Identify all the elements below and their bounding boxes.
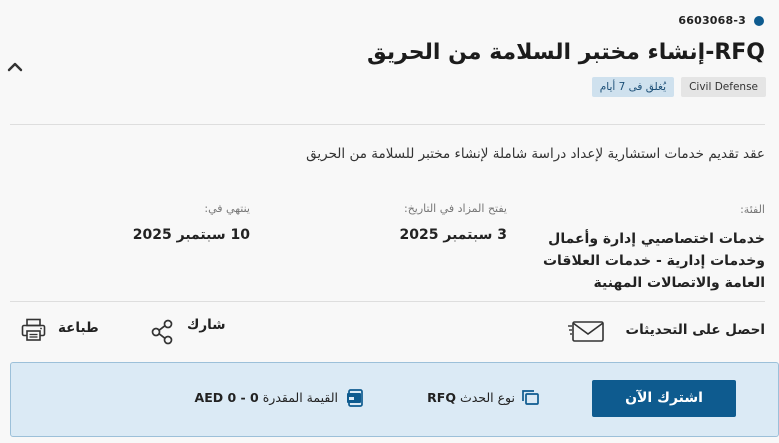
get-updates-link[interactable]: احصل على التحديثات bbox=[626, 322, 765, 338]
open-date-value: 3 سبتمبر 2025 bbox=[399, 227, 507, 243]
event-type-label: نوع الحدث bbox=[459, 390, 515, 405]
tender-title: RFQ-إنشاء مختبر السلامة من الحريق bbox=[367, 40, 765, 65]
printer-icon[interactable] bbox=[21, 318, 46, 342]
estimated-value-amount: AED 0 - 0 bbox=[194, 390, 259, 405]
estimated-value-label: القيمة المقدرة bbox=[262, 390, 338, 405]
subscribe-now-button[interactable]: اشترك الآن bbox=[592, 380, 736, 417]
status-dot bbox=[754, 16, 764, 26]
chevron-up-icon[interactable] bbox=[6, 58, 24, 76]
category-label: الفئة: bbox=[740, 203, 765, 216]
divider bbox=[10, 301, 765, 302]
share-icon[interactable] bbox=[150, 319, 174, 345]
envelope-icon[interactable] bbox=[568, 316, 606, 344]
organization-badge: Civil Defense bbox=[681, 77, 766, 97]
closing-badge: يُغلق فى 7 أيام bbox=[591, 77, 674, 97]
copy-documents-icon bbox=[522, 390, 539, 405]
reference-number: 6603068-3 bbox=[678, 14, 746, 27]
card-icon bbox=[347, 389, 363, 407]
event-type: نوع الحدث RFQ bbox=[427, 390, 515, 405]
open-date-label: يفتح المزاد في التاريخ: bbox=[403, 202, 507, 215]
end-date-value: 10 سبتمبر 2025 bbox=[132, 227, 250, 243]
estimated-value: القيمة المقدرة AED 0 - 0 bbox=[195, 390, 338, 405]
event-type-value: RFQ bbox=[427, 390, 456, 405]
print-button[interactable]: طباعة bbox=[58, 320, 99, 336]
end-date-label: ينتهي في: bbox=[204, 202, 250, 215]
share-button[interactable]: شارك bbox=[187, 317, 226, 333]
category-value: خدمات اختصاصيي إدارة وأعمال وخدمات إداري… bbox=[542, 231, 765, 291]
divider bbox=[10, 124, 765, 125]
tender-description: عقد تقديم خدمات استشارية لإعداد دراسة شا… bbox=[306, 146, 765, 162]
